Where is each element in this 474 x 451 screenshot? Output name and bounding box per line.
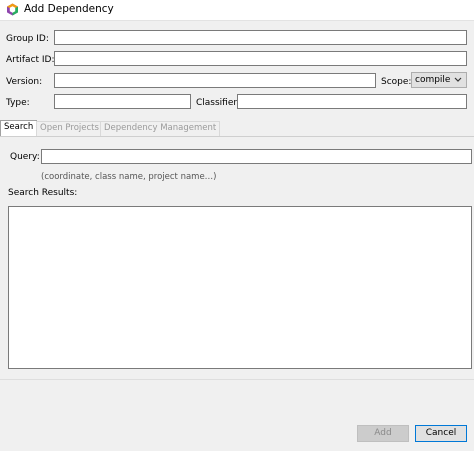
scope-select[interactable]: compile	[411, 72, 467, 88]
artifact-id-field[interactable]	[54, 51, 467, 66]
cancel-button[interactable]: Cancel	[415, 425, 467, 442]
tab-dependency-management[interactable]: Dependency Management	[100, 121, 221, 136]
tab-bar: Search Open Projects Dependency Manageme…	[0, 120, 474, 136]
artifact-id-label: Artifact ID:	[6, 55, 55, 65]
group-id-field[interactable]	[54, 30, 467, 45]
query-label: Query:	[10, 152, 40, 162]
scope-label: Scope:	[381, 77, 412, 87]
chevron-down-icon	[454, 77, 462, 82]
type-label: Type:	[6, 98, 30, 108]
group-id-label: Group ID:	[6, 34, 49, 44]
version-label: Version:	[6, 77, 43, 87]
search-input[interactable]	[41, 149, 472, 164]
classifier-label: Classifier:	[196, 98, 240, 108]
add-button[interactable]: Add	[357, 425, 409, 442]
title-bar: Add Dependency	[0, 0, 474, 21]
version-field[interactable]	[54, 73, 376, 88]
tab-search[interactable]: Search	[0, 120, 38, 136]
type-field[interactable]	[54, 94, 191, 109]
search-results-list[interactable]	[8, 206, 472, 369]
classifier-field[interactable]	[237, 94, 467, 109]
window-title: Add Dependency	[24, 3, 114, 15]
search-results-label: Search Results:	[8, 188, 78, 198]
divider	[0, 379, 474, 380]
tab-open-projects[interactable]: Open Projects	[36, 121, 103, 136]
app-logo-icon	[7, 3, 18, 16]
query-hint: (coordinate, class name, project name…)	[41, 172, 217, 182]
scope-selected-value: compile	[415, 75, 451, 85]
